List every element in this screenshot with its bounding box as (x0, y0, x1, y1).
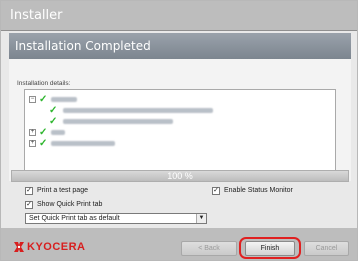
dropdown-arrow-icon[interactable]: ▼ (196, 214, 206, 223)
checkmark-icon: ✓ (49, 105, 58, 116)
progress-label: 100 % (167, 171, 193, 181)
tree-item[interactable]: + ✓ (29, 127, 149, 138)
kyocera-logo-icon (14, 242, 24, 252)
collapse-toggle-icon[interactable]: − (29, 96, 36, 103)
installer-window: Installer Installation Completed Install… (0, 0, 358, 261)
redacted-item-text (51, 130, 65, 135)
finish-highlight-ring (239, 237, 301, 259)
checkmark-icon: ✓ (39, 127, 48, 138)
page-title: Installation Completed (15, 39, 151, 53)
redacted-item-text (63, 119, 173, 124)
checkmark-icon: ✓ (39, 94, 48, 105)
window-title: Installer (10, 8, 63, 23)
enable-status-monitor-label: Enable Status Monitor (224, 187, 293, 194)
tree-item[interactable]: ✓ (39, 105, 229, 116)
installation-details-label: Installation details: (17, 80, 71, 87)
quick-print-default-select[interactable]: Set Quick Print tab as default ▼ (25, 213, 207, 224)
select-value: Set Quick Print tab as default (29, 215, 120, 222)
cancel-button[interactable]: Cancel (304, 241, 349, 256)
progress-bar: 100 % (11, 170, 349, 182)
print-test-page-checkbox[interactable]: ✓ (25, 187, 33, 195)
print-test-page-label: Print a test page (37, 187, 88, 194)
brand-name: KYOCERA (27, 241, 86, 253)
checkmark-icon: ✓ (49, 116, 58, 127)
show-quick-print-label: Show Quick Print tab (37, 201, 103, 208)
redacted-item-text (51, 141, 115, 146)
redacted-item-text (63, 108, 213, 113)
enable-status-monitor-checkbox[interactable]: ✓ (212, 187, 220, 195)
tree-item[interactable]: ✓ (39, 116, 229, 127)
tree-item[interactable]: + ✓ (29, 138, 149, 149)
back-button[interactable]: < Back (181, 241, 237, 256)
installation-details-tree[interactable]: − ✓ ✓ ✓ + ✓ + ✓ (24, 89, 336, 177)
checkmark-icon: ✓ (39, 138, 48, 149)
expand-toggle-icon[interactable]: + (29, 140, 36, 147)
redacted-item-text (51, 97, 77, 102)
tree-item[interactable]: − ✓ (29, 94, 149, 105)
expand-toggle-icon[interactable]: + (29, 129, 36, 136)
show-quick-print-checkbox[interactable]: ✓ (25, 201, 33, 209)
page-heading-bar: Installation Completed (9, 33, 351, 59)
title-bar: Installer (1, 1, 357, 31)
